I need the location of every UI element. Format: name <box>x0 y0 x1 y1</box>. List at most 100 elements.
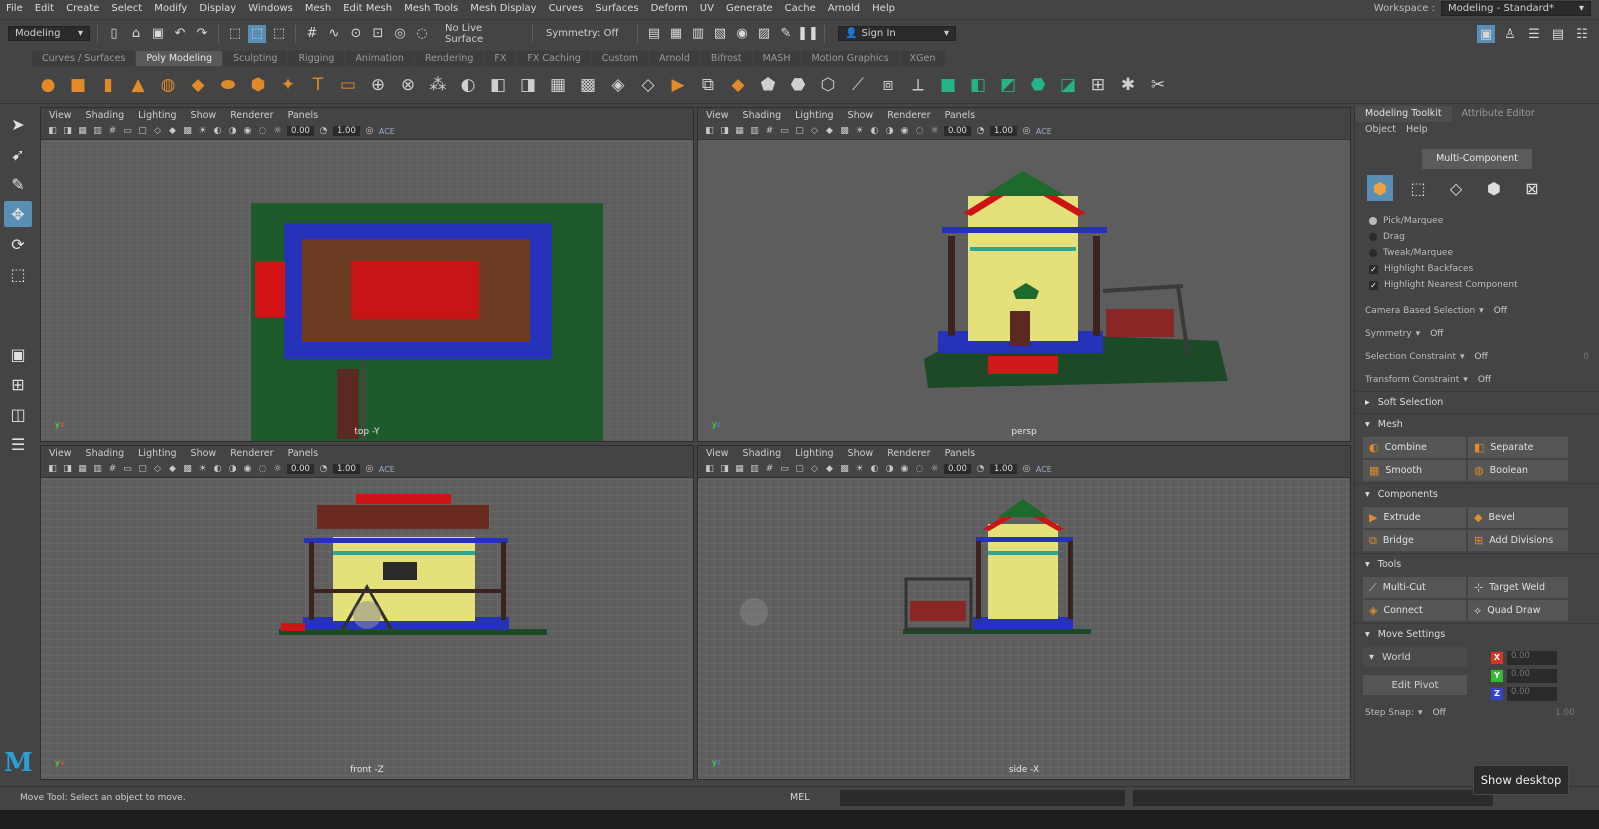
render-frame-icon[interactable]: ▦ <box>667 25 685 43</box>
snap-view-icon[interactable]: ⊡ <box>369 25 387 43</box>
viewport-canvas[interactable]: yz <box>698 479 1350 779</box>
uv-unfold-icon[interactable]: ✱ <box>1116 73 1140 97</box>
smooth-button[interactable]: ▦ Smooth <box>1363 460 1466 481</box>
smooth-shade-icon[interactable]: ◆ <box>824 464 835 474</box>
xray-icon[interactable]: ◌ <box>257 126 268 136</box>
script-language-toggle[interactable]: MEL <box>790 792 830 803</box>
object-mode-icon[interactable]: ⬢ <box>1367 175 1393 201</box>
gamma-field[interactable]: 1.00 <box>989 126 1017 136</box>
resolution-gate-icon[interactable]: ▢ <box>137 126 148 136</box>
lights-icon[interactable]: ☀ <box>197 464 208 474</box>
vp-menu-lighting[interactable]: Lighting <box>138 448 176 459</box>
shelf-tab-fx[interactable]: FX <box>484 51 517 66</box>
ao-icon[interactable]: ◑ <box>884 464 895 474</box>
menu-modify[interactable]: Modify <box>148 3 193 14</box>
isolate-icon[interactable]: ◉ <box>899 464 910 474</box>
menu-uv[interactable]: UV <box>694 3 720 14</box>
checkbox-highlight-nearest[interactable]: ✓ Highlight Nearest Component <box>1355 277 1599 293</box>
tab-modeling-toolkit[interactable]: Modeling Toolkit <box>1355 106 1452 122</box>
color-manage-icon[interactable]: ◎ <box>1021 126 1032 136</box>
ao-icon[interactable]: ◑ <box>227 464 238 474</box>
camera-icon[interactable]: ◧ <box>47 464 58 474</box>
exposure-field[interactable]: 0.00 <box>944 126 971 136</box>
shelf-tab-sculpting[interactable]: Sculpting <box>223 51 288 66</box>
uv-automatic-icon[interactable]: ⬣ <box>1026 73 1050 97</box>
menu-mesh[interactable]: Mesh <box>299 3 337 14</box>
workspace-dropdown[interactable]: Modeling - Standard* ▾ <box>1441 1 1591 16</box>
section-move-settings[interactable]: ▾ Move Settings <box>1355 623 1599 645</box>
render-settings-icon[interactable]: ▧ <box>711 25 729 43</box>
shelf-tab-mash[interactable]: MASH <box>752 51 801 66</box>
sign-in-dropdown[interactable]: 👤 Sign In ▾ <box>838 26 956 41</box>
shelf-tab-fx-caching[interactable]: FX Caching <box>517 51 591 66</box>
option-tweak-marquee[interactable]: Tweak/Marquee <box>1355 245 1599 261</box>
vp-menu-shading[interactable]: Shading <box>86 448 125 459</box>
live-surface-field[interactable]: No Live Surface <box>439 23 525 45</box>
vp-menu-panels[interactable]: Panels <box>288 448 319 459</box>
bookmark-icon[interactable]: ▦ <box>77 126 88 136</box>
vp-menu-panels[interactable]: Panels <box>945 110 976 121</box>
fill-hole-icon[interactable]: ⬣ <box>786 73 810 97</box>
color-manage-icon[interactable]: ◎ <box>364 464 375 474</box>
vp-menu-panels[interactable]: Panels <box>288 110 319 121</box>
menu-deform[interactable]: Deform <box>645 3 694 14</box>
film-gate-icon[interactable]: ▭ <box>779 464 790 474</box>
camera-attr-icon[interactable]: ◨ <box>62 126 73 136</box>
menu-edit-mesh[interactable]: Edit Mesh <box>337 3 398 14</box>
single-perspective-icon[interactable]: ▣ <box>4 341 32 367</box>
viewport-front[interactable]: View Shading Lighting Show Renderer Pane… <box>40 445 694 780</box>
multi-cut-shelf-icon[interactable]: ⟋ <box>846 73 870 97</box>
wireframe-icon[interactable]: ◇ <box>152 464 163 474</box>
step-snap-value[interactable]: Off <box>1433 708 1446 718</box>
poly-cylinder-icon[interactable]: ▮ <box>96 73 120 97</box>
exposure-icon[interactable]: ☼ <box>272 126 283 136</box>
y-field[interactable]: 0.00 <box>1507 669 1557 683</box>
menu-surfaces[interactable]: Surfaces <box>589 3 644 14</box>
uv-cylindrical-icon[interactable]: ◧ <box>966 73 990 97</box>
gamma-icon[interactable]: ◔ <box>975 464 986 474</box>
textured-icon[interactable]: ▩ <box>182 464 193 474</box>
wireframe-icon[interactable]: ◇ <box>809 126 820 136</box>
boolean-button[interactable]: ◍ Boolean <box>1468 460 1568 481</box>
boolean-union-icon[interactable]: ▦ <box>546 73 570 97</box>
shelf-tab-motion-graphics[interactable]: Motion Graphics <box>801 51 899 66</box>
menu-mesh-tools[interactable]: Mesh Tools <box>398 3 464 14</box>
uv-mode-icon[interactable]: ⊠ <box>1519 175 1545 201</box>
lights-icon[interactable]: ☀ <box>854 126 865 136</box>
multi-cut-button[interactable]: ⟋ Multi-Cut <box>1363 577 1466 598</box>
render-setup-icon[interactable]: ▨ <box>755 25 773 43</box>
shelf-tab-custom[interactable]: Custom <box>591 51 649 66</box>
ipr-render-icon[interactable]: ▥ <box>689 25 707 43</box>
face-mode-icon[interactable]: ⬢ <box>1481 175 1507 201</box>
section-mesh[interactable]: ▾ Mesh <box>1355 413 1599 435</box>
wireframe-icon[interactable]: ◇ <box>152 126 163 136</box>
bevel-button[interactable]: ◆ Bevel <box>1468 507 1568 528</box>
prop-symmetry[interactable]: Symmetry ▾ Off <box>1355 322 1599 345</box>
film-gate-icon[interactable]: ▭ <box>779 126 790 136</box>
smooth-shelf-icon[interactable]: ◈ <box>606 73 630 97</box>
exposure-field[interactable]: 0.00 <box>944 464 971 474</box>
xray-icon[interactable]: ◌ <box>914 464 925 474</box>
mirror-uv-icon[interactable]: ⊗ <box>396 73 420 97</box>
make-hole-icon[interactable]: ⬡ <box>816 73 840 97</box>
save-scene-icon[interactable]: ▣ <box>149 25 167 43</box>
insert-edge-loop-icon[interactable]: ⧈ <box>876 73 900 97</box>
menu-create[interactable]: Create <box>60 3 105 14</box>
image-plane-icon[interactable]: ▥ <box>749 464 760 474</box>
vp-menu-shading[interactable]: Shading <box>743 448 782 459</box>
uv-layout-icon[interactable]: ⊞ <box>1086 73 1110 97</box>
vp-menu-show[interactable]: Show <box>848 448 874 459</box>
extract-icon[interactable]: ◨ <box>516 73 540 97</box>
vp-menu-renderer[interactable]: Renderer <box>230 110 273 121</box>
camera-attr-icon[interactable]: ◨ <box>719 126 730 136</box>
combine-shelf-icon[interactable]: ◐ <box>456 73 480 97</box>
shelf-tab-rigging[interactable]: Rigging <box>288 51 345 66</box>
resolution-gate-icon[interactable]: ▢ <box>794 126 805 136</box>
viewport-canvas[interactable]: yz <box>698 141 1350 441</box>
grid-icon[interactable]: # <box>107 126 118 136</box>
camera-icon[interactable]: ◧ <box>47 126 58 136</box>
open-scene-icon[interactable]: ⌂ <box>127 25 145 43</box>
vp-menu-shading[interactable]: Shading <box>743 110 782 121</box>
gamma-field[interactable]: 1.00 <box>332 126 360 136</box>
menu-mesh-display[interactable]: Mesh Display <box>464 3 542 14</box>
